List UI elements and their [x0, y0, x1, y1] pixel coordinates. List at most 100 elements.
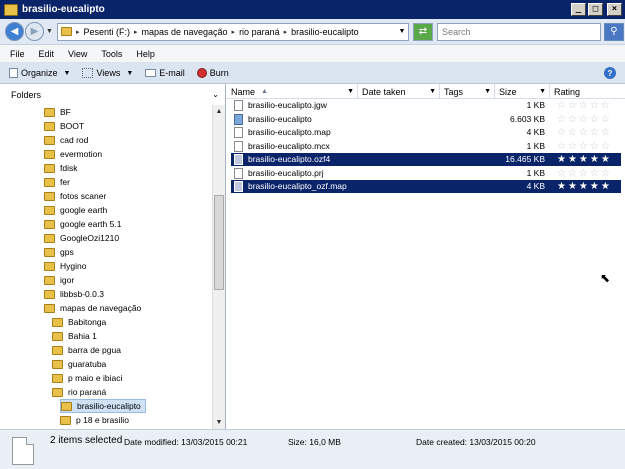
- folder-tree-item[interactable]: barra de pgua: [52, 343, 121, 357]
- folder-tree-label: GoogleOzi1210: [60, 233, 120, 243]
- file-row[interactable]: brasilio-eucalipto.ozf4 16.465 KB ★★★★★: [231, 153, 621, 166]
- chevron-right-icon[interactable]: ▸: [284, 28, 288, 36]
- folder-tree-item[interactable]: gps: [44, 245, 74, 259]
- folder-tree-label: fdisk: [60, 163, 78, 173]
- email-button[interactable]: E-mail: [139, 68, 191, 78]
- search-input[interactable]: Search: [436, 22, 601, 41]
- close-button[interactable]: ×: [607, 3, 622, 16]
- rating-stars-icon[interactable]: ☆☆☆☆☆: [557, 167, 612, 180]
- menu-tools[interactable]: Tools: [94, 49, 129, 59]
- folder-tree-label: BF: [60, 107, 71, 117]
- chevron-down-icon[interactable]: ▼: [539, 88, 546, 95]
- sort-up-icon: ▲: [261, 88, 268, 95]
- folder-tree-item[interactable]: Hygino: [44, 259, 86, 273]
- folder-tree-item[interactable]: google earth: [44, 203, 107, 217]
- folder-icon: [44, 149, 55, 159]
- folder-tree-label: guaratuba: [68, 359, 107, 369]
- column-rating[interactable]: Rating: [550, 84, 625, 99]
- help-icon[interactable]: ?: [604, 67, 616, 79]
- menu-view[interactable]: View: [61, 49, 94, 59]
- tree-scrollbar[interactable]: ▲ ▼: [212, 105, 225, 429]
- breadcrumb-rio-parana[interactable]: rio paraná: [239, 27, 280, 37]
- folder-icon: [44, 233, 55, 243]
- file-row[interactable]: brasilio-eucalipto.mcx 1 KB ☆☆☆☆☆: [231, 140, 621, 153]
- folder-tree-item[interactable]: Babitonga: [52, 315, 106, 329]
- menu-help[interactable]: Help: [129, 49, 162, 59]
- column-name[interactable]: Name ▲ ▼: [227, 84, 358, 99]
- folder-tree-item[interactable]: p 18 e brasilio: [60, 413, 129, 427]
- folder-tree-item[interactable]: GoogleOzi1210: [44, 231, 119, 245]
- burn-button[interactable]: Burn: [191, 68, 235, 78]
- back-button[interactable]: ◀: [5, 22, 24, 41]
- folder-tree-label: p 18 e brasilio: [76, 415, 129, 425]
- chevron-right-icon[interactable]: ▸: [134, 28, 138, 36]
- folder-tree-item[interactable]: BF: [44, 105, 71, 119]
- rating-stars-icon[interactable]: ★★★★★: [557, 153, 612, 166]
- menu-file[interactable]: File: [0, 49, 32, 59]
- folder-tree-label: p maio e ibiaci: [68, 373, 123, 383]
- file-row[interactable]: brasilio-eucalipto_ozf.map 4 KB ★★★★★: [231, 180, 621, 193]
- file-row[interactable]: brasilio-eucalipto.jgw 1 KB ☆☆☆☆☆: [231, 99, 621, 112]
- folder-tree-item[interactable]: mapas de navegação: [44, 301, 141, 315]
- search-button[interactable]: ⚲: [603, 22, 624, 41]
- breadcrumb-drive[interactable]: Pesenti (F:): [83, 27, 130, 37]
- column-tags[interactable]: Tags ▼: [440, 84, 495, 99]
- folder-tree-item[interactable]: google earth 5.1: [44, 217, 121, 231]
- folder-tree-item[interactable]: igor: [44, 273, 74, 287]
- burn-icon: [196, 68, 207, 78]
- chevron-right-icon[interactable]: ▸: [232, 28, 236, 36]
- folder-tree-label: gps: [60, 247, 74, 257]
- folder-tree-item[interactable]: BOOT: [44, 119, 84, 133]
- minimize-button[interactable]: _: [571, 3, 586, 16]
- rating-stars-icon[interactable]: ☆☆☆☆☆: [557, 140, 612, 153]
- scroll-down-icon[interactable]: ▼: [213, 416, 225, 429]
- folder-tree-item[interactable]: evermotion: [44, 147, 102, 161]
- history-dropdown-icon[interactable]: ▼: [46, 28, 53, 35]
- column-date-taken[interactable]: Date taken ▼: [358, 84, 440, 99]
- column-size[interactable]: Size ▼: [495, 84, 550, 99]
- folder-tree-item[interactable]: brasilio-eucalipto: [60, 399, 146, 413]
- scroll-thumb[interactable]: [214, 195, 224, 290]
- folder-tree-item[interactable]: fotos scaner: [44, 189, 106, 203]
- folder-icon: [61, 401, 72, 411]
- file-row[interactable]: brasilio-eucalipto 6.603 KB ☆☆☆☆☆: [231, 113, 621, 126]
- file-row[interactable]: brasilio-eucalipto.prj 1 KB ☆☆☆☆☆: [231, 167, 621, 180]
- folder-tree-item[interactable]: fdisk: [44, 161, 77, 175]
- folder-tree-item[interactable]: p maio e ibiaci: [52, 371, 122, 385]
- organize-button[interactable]: Organize ▼: [0, 68, 76, 78]
- rating-stars-icon[interactable]: ☆☆☆☆☆: [557, 113, 612, 126]
- rating-stars-icon[interactable]: ★★★★★: [557, 180, 612, 193]
- folder-icon: [44, 219, 55, 229]
- refresh-button[interactable]: ⇄: [412, 22, 433, 41]
- folder-tree-label: google earth: [60, 205, 108, 215]
- folder-tree-label: libbsb-0.0.3: [60, 289, 104, 299]
- maximize-button[interactable]: □: [588, 3, 603, 16]
- folder-tree-item[interactable]: Bahia 1: [52, 329, 97, 343]
- address-input[interactable]: ▸ Pesenti (F:) ▸ mapas de navegação ▸ ri…: [56, 22, 409, 41]
- folder-tree-item[interactable]: fer: [44, 175, 70, 189]
- views-button[interactable]: Views ▼: [76, 68, 139, 78]
- chevron-down-icon[interactable]: ▼: [347, 88, 354, 95]
- menu-edit[interactable]: Edit: [32, 49, 62, 59]
- details-pane: 2 items selected Date modified: 13/03/20…: [0, 429, 625, 469]
- folder-tree-item[interactable]: libbsb-0.0.3: [44, 287, 104, 301]
- file-row[interactable]: brasilio-eucalipto.map 4 KB ☆☆☆☆☆: [231, 126, 621, 139]
- scroll-up-icon[interactable]: ▲: [213, 105, 225, 118]
- folder-tree-label: google earth 5.1: [60, 219, 122, 229]
- rating-stars-icon[interactable]: ☆☆☆☆☆: [557, 126, 612, 139]
- chevron-down-icon[interactable]: ▼: [396, 28, 408, 35]
- forward-button[interactable]: ▶: [25, 22, 44, 41]
- chevron-down-icon[interactable]: ⌄: [212, 90, 219, 99]
- folders-header[interactable]: Folders ⌄: [0, 84, 225, 105]
- rating-stars-icon[interactable]: ☆☆☆☆☆: [557, 99, 612, 112]
- chevron-right-icon[interactable]: ▸: [76, 28, 80, 36]
- folder-tree-item[interactable]: guaratuba: [52, 357, 106, 371]
- folder-tree-label: fer: [60, 177, 70, 187]
- breadcrumb-current[interactable]: brasilio-eucalipto: [291, 27, 359, 37]
- file-size: 1 KB: [526, 140, 545, 151]
- breadcrumb-mapas[interactable]: mapas de navegação: [141, 27, 227, 37]
- folder-tree-item[interactable]: rio paraná: [52, 385, 106, 399]
- chevron-down-icon[interactable]: ▼: [429, 88, 436, 95]
- folder-tree-item[interactable]: cad rod: [44, 133, 88, 147]
- chevron-down-icon[interactable]: ▼: [484, 88, 491, 95]
